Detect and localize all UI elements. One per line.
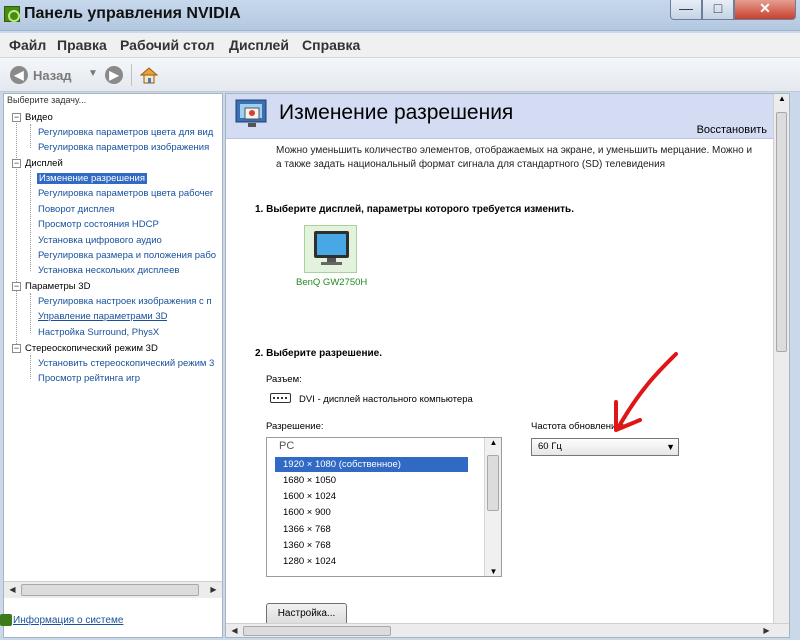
menu-desktop[interactable]: Рабочий стол <box>120 37 215 53</box>
title-bar: Панель управления NVIDIA — □ ✕ <box>0 0 800 31</box>
maximize-button[interactable]: □ <box>702 0 734 20</box>
system-info-icon <box>0 614 12 626</box>
scroll-up-arrow-icon[interactable]: ▲ <box>774 94 789 103</box>
tree-item-manage-3d[interactable]: Управление параметрами 3D <box>38 311 167 322</box>
nvidia-app-icon <box>4 6 20 22</box>
display-selector[interactable] <box>304 225 357 273</box>
tree-item-video-color[interactable]: Регулировка параметров цвета для вид <box>38 127 220 138</box>
close-button[interactable]: ✕ <box>734 0 796 20</box>
tree-item-video-image[interactable]: Регулировка параметров изображения <box>38 142 220 153</box>
resolution-option[interactable]: 1680 × 1050 <box>275 473 468 488</box>
scroll-left-arrow-icon[interactable]: ◀ <box>4 582 21 598</box>
tree-item-desktop-size[interactable]: Регулировка размера и положения рабо <box>38 250 220 261</box>
refresh-rate-select[interactable]: 60 Гц ▼ <box>531 438 679 456</box>
scroll-right-arrow-icon[interactable]: ▶ <box>205 582 222 598</box>
tree-connector <box>16 118 17 344</box>
minimize-button[interactable]: — <box>670 0 702 20</box>
back-button[interactable]: Назад <box>33 68 72 83</box>
task-panel: Выберите задачу... − − − − Видео Регулир… <box>0 93 223 638</box>
menu-file[interactable]: Файл <box>9 37 46 53</box>
tree-connector <box>30 124 31 148</box>
toolbar: ◀ Назад ▼ ▶ <box>0 58 800 92</box>
tree-item-rotate-display[interactable]: Поворот дисплея <box>38 204 114 215</box>
resolution-option[interactable]: 1600 × 900 <box>275 505 468 520</box>
tree-item-digital-audio[interactable]: Установка цифрового аудио <box>38 235 162 246</box>
tree-connector <box>30 293 31 333</box>
resolution-listbox[interactable]: PC 1920 × 1080 (собственное) 1680 × 1050… <box>266 437 502 577</box>
expander-stereo[interactable]: − <box>12 344 21 353</box>
expander-display[interactable]: − <box>12 159 21 168</box>
expander-video[interactable]: − <box>12 113 21 122</box>
content-horizontal-scrollbar[interactable]: ◀ ▶ <box>226 623 789 637</box>
tree-item-multiple-displays[interactable]: Установка нескольких дисплеев <box>38 265 179 276</box>
tree-category-3d[interactable]: Параметры 3D <box>25 281 90 292</box>
left-horizontal-scrollbar[interactable]: ◀ ▶ <box>4 581 222 598</box>
dvi-connector-icon <box>270 393 291 403</box>
menu-display[interactable]: Дисплей <box>229 37 289 53</box>
resolution-option[interactable]: 1600 × 1024 <box>275 489 468 504</box>
display-name[interactable]: BenQ GW2750H <box>296 277 367 288</box>
chevron-down-icon[interactable]: ▼ <box>666 442 675 452</box>
task-header: Выберите задачу... <box>7 95 87 105</box>
resolution-option[interactable]: 1920 × 1080 (собственное) <box>275 457 468 472</box>
scroll-right-arrow-icon[interactable]: ▶ <box>758 624 775 637</box>
scrollbar-thumb[interactable] <box>21 584 199 596</box>
scrollbar-thumb[interactable] <box>487 455 499 511</box>
tree-category-video[interactable]: Видео <box>25 112 53 123</box>
scroll-left-arrow-icon[interactable]: ◀ <box>226 624 243 637</box>
page-description: Можно уменьшить количество элементов, от… <box>276 144 789 172</box>
scrollbar-thumb[interactable] <box>243 626 391 636</box>
resolution-page-icon <box>235 99 267 127</box>
tree-item-hdcp-status[interactable]: Просмотр состояния HDCP <box>38 219 159 230</box>
menu-bar: Файл Правка Рабочий стол Дисплей Справка <box>0 33 800 57</box>
step-1-heading: 1. Выберите дисплей, параметры которого … <box>255 204 574 215</box>
resolution-option[interactable]: 1366 × 768 <box>275 522 468 537</box>
tree-connector <box>30 170 31 271</box>
system-info-label[interactable]: Информация о системе <box>13 615 123 626</box>
forward-arrow-icon[interactable]: ▶ <box>105 66 123 84</box>
content-panel: Изменение разрешения Восстановить Можно … <box>225 93 790 638</box>
menu-edit[interactable]: Правка <box>57 37 107 53</box>
description-line-2: а также задать национальный формат сигна… <box>276 159 666 170</box>
scroll-down-arrow-icon[interactable]: ▼ <box>485 567 502 576</box>
description-line-1: Можно уменьшить количество элементов, от… <box>276 145 753 156</box>
scroll-up-arrow-icon[interactable]: ▲ <box>485 438 502 447</box>
scrollbar-thumb[interactable] <box>776 112 787 352</box>
tree-item-3d-image-settings[interactable]: Регулировка настроек изображения с п <box>38 296 220 307</box>
connection-value: DVI - дисплей настольного компьютера <box>299 394 473 405</box>
refresh-rate-value[interactable]: 60 Гц <box>538 441 562 452</box>
resolution-list-scrollbar[interactable]: ▲ ▼ <box>484 438 501 576</box>
tree-item-game-ratings[interactable]: Просмотр рейтинга игр <box>38 373 140 384</box>
step-2-heading: 2. Выберите разрешение. <box>255 348 382 359</box>
window-title: Панель управления NVIDIA <box>24 5 241 22</box>
resolution-label: Разрешение: <box>266 421 324 432</box>
toolbar-separator <box>131 64 132 86</box>
tree-item-desktop-color[interactable]: Регулировка параметров цвета рабочег <box>38 188 220 199</box>
red-annotation-arrow <box>614 352 678 432</box>
menu-help[interactable]: Справка <box>302 37 360 53</box>
resolution-option[interactable]: 1360 × 768 <box>275 538 468 553</box>
page-header: Изменение разрешения Восстановить <box>226 94 775 139</box>
restore-link[interactable]: Восстановить <box>697 124 767 136</box>
tree-connector <box>30 355 31 379</box>
content-vertical-scrollbar[interactable]: ▲ <box>773 94 789 624</box>
tree-item-surround-physx[interactable]: Настройка Surround, PhysX <box>38 327 159 338</box>
back-arrow-icon[interactable]: ◀ <box>10 66 28 84</box>
monitor-icon <box>314 231 349 265</box>
history-dropdown-icon[interactable]: ▼ <box>88 68 98 79</box>
tree-category-stereo[interactable]: Стереоскопический режим 3D <box>25 343 158 354</box>
home-icon[interactable] <box>139 65 159 85</box>
tree-category-display[interactable]: Дисплей <box>25 158 63 169</box>
system-info-link[interactable]: Информация о системе <box>0 614 123 626</box>
tree-item-set-stereo[interactable]: Установить стереоскопический режим 3 <box>38 358 220 369</box>
resolution-group-header: PC <box>279 440 295 452</box>
page-title: Изменение разрешения <box>279 101 514 124</box>
expander-3d[interactable]: − <box>12 282 21 291</box>
settings-button[interactable]: Настройка... <box>266 603 347 625</box>
resolution-option[interactable]: 1280 × 1024 <box>275 554 468 569</box>
tree-item-change-resolution[interactable]: Изменение разрешения <box>37 173 147 184</box>
connection-label: Разъем: <box>266 374 302 385</box>
